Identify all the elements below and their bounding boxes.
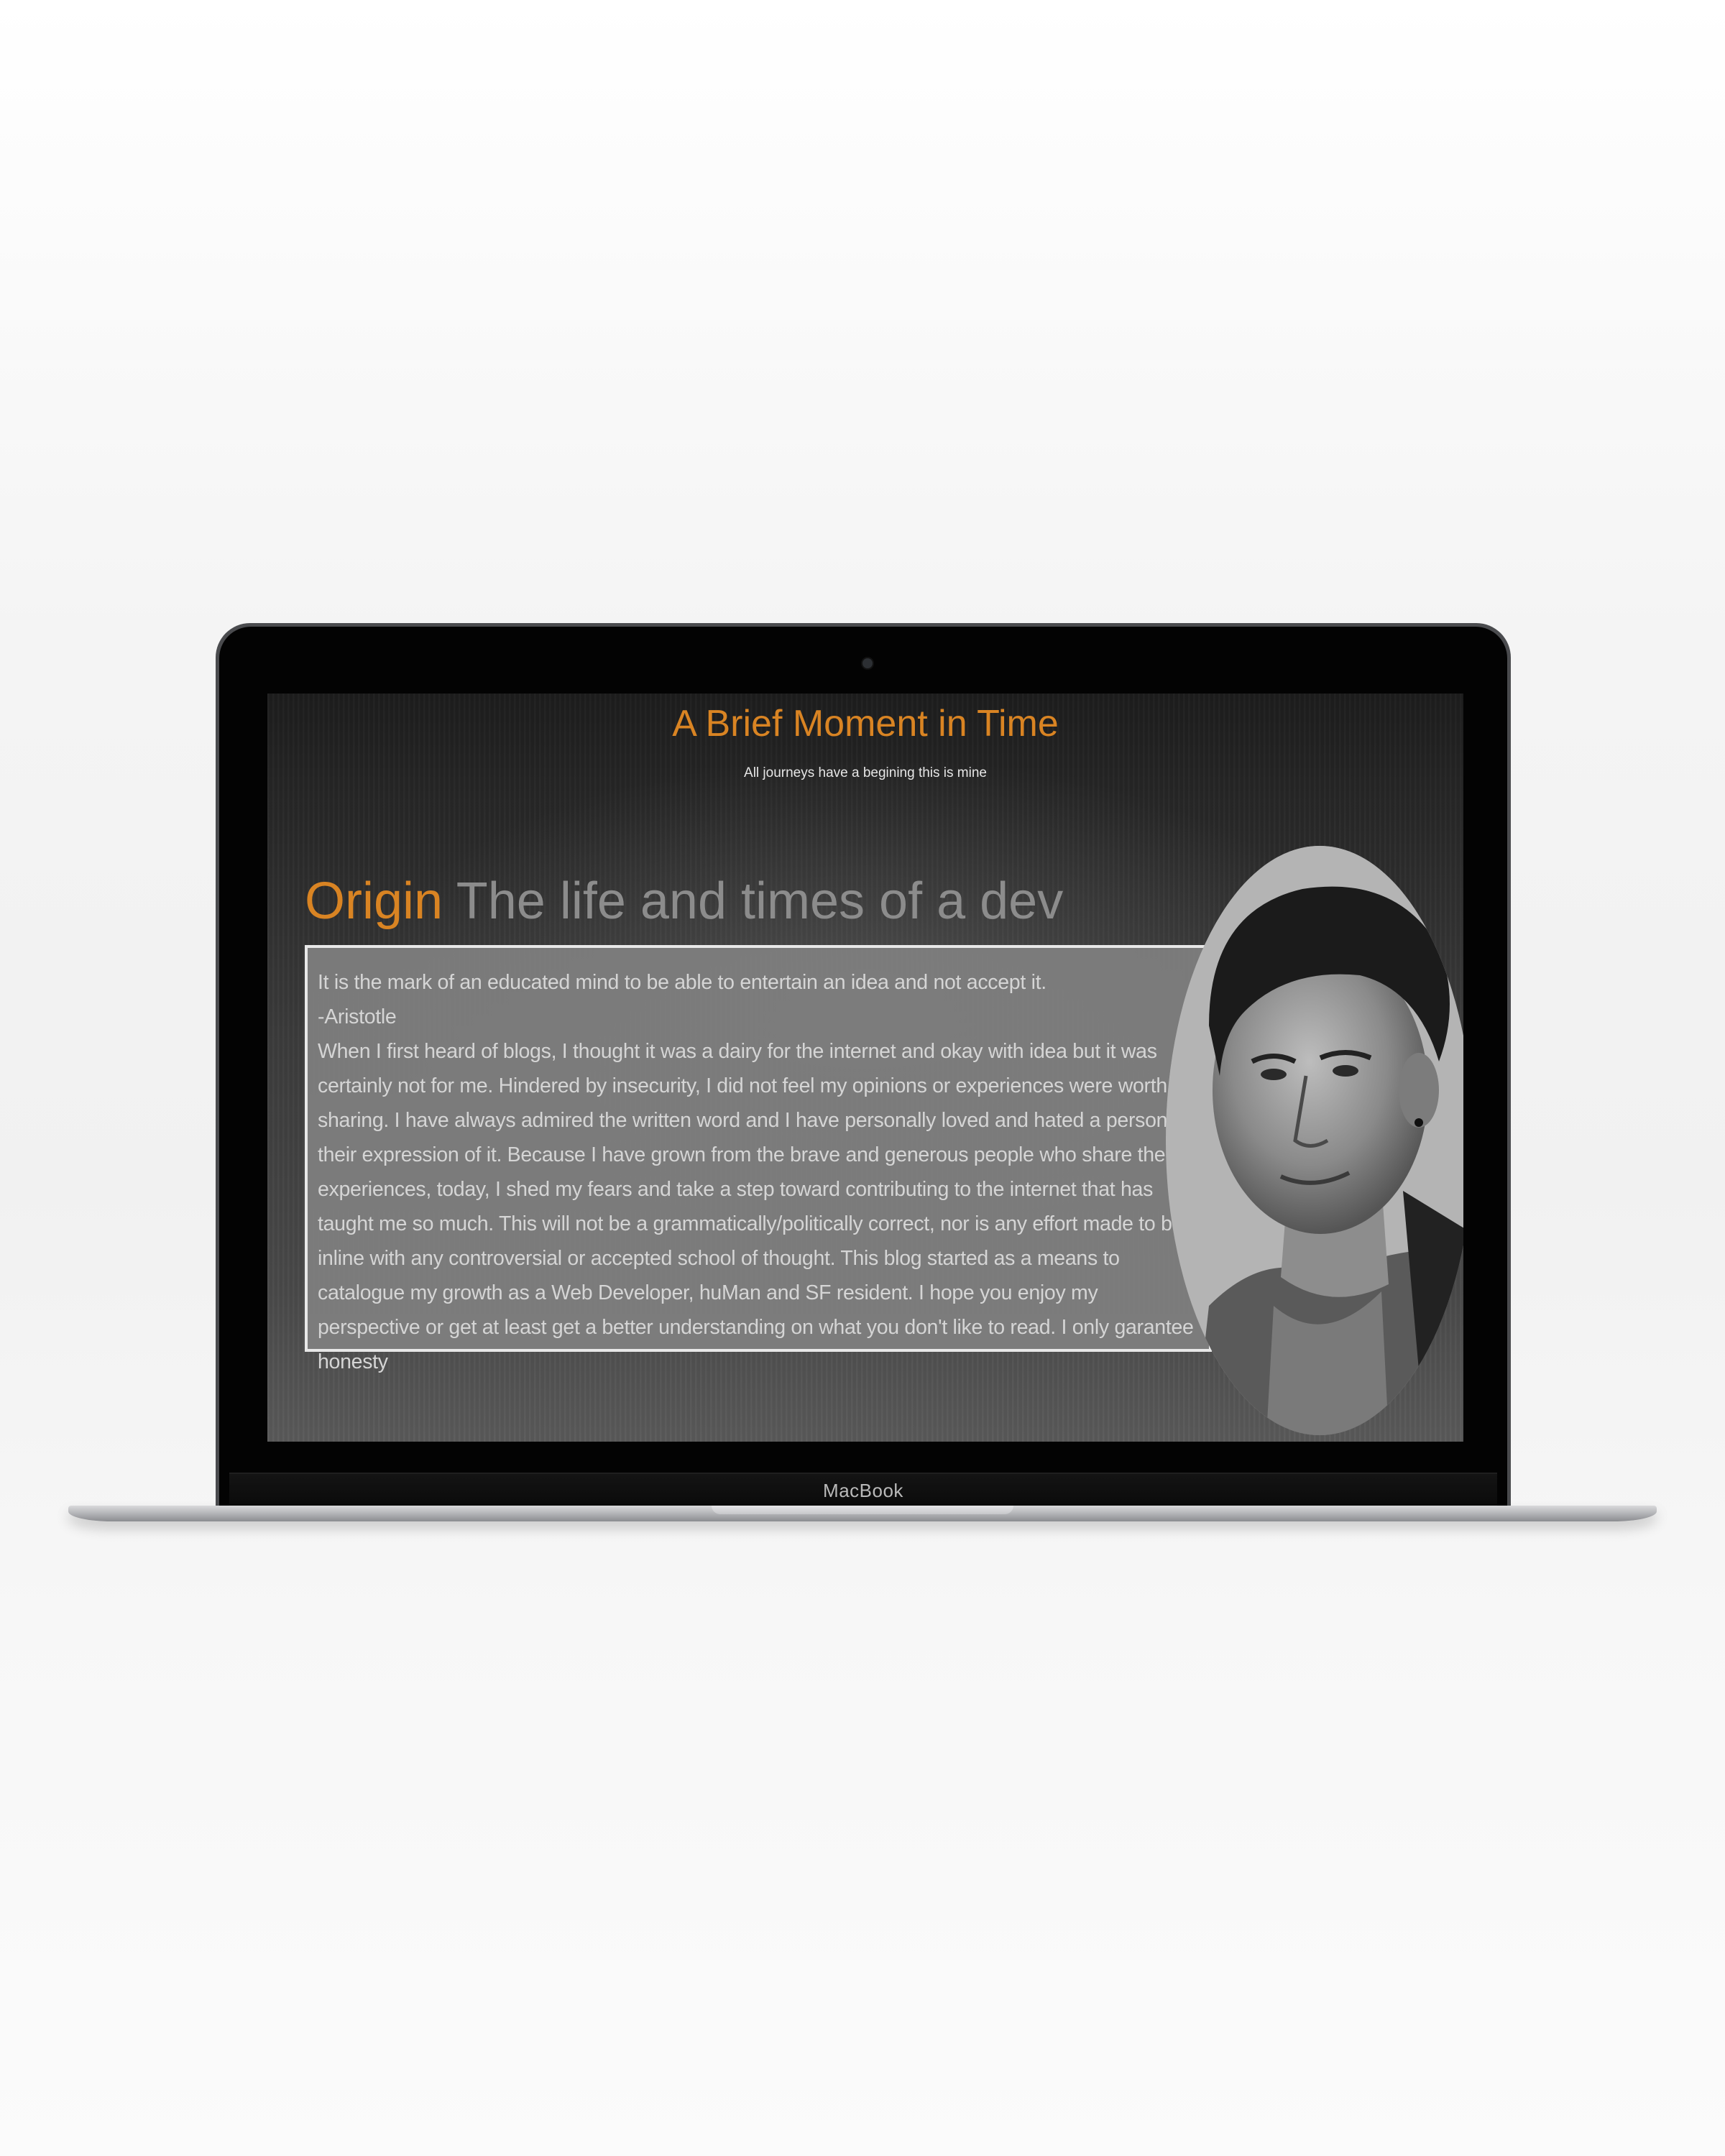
site-title: A Brief Moment in Time bbox=[672, 703, 1059, 745]
hinge-notch bbox=[712, 1506, 1013, 1514]
author-portrait bbox=[1166, 846, 1463, 1435]
screen-chin: MacBook bbox=[229, 1473, 1497, 1506]
post-quote-author: -Aristotle bbox=[318, 1005, 397, 1028]
site-tagline: All journeys have a begining this is min… bbox=[744, 765, 987, 780]
post-heading-subtitle: The life and times of a dev bbox=[443, 872, 1064, 930]
portrait-photo-icon bbox=[1166, 846, 1463, 1435]
post-heading-accent: Origin bbox=[305, 872, 443, 930]
post-quote: It is the mark of an educated mind to be… bbox=[318, 971, 1046, 994]
post-body: When I first heard of blogs, I thought i… bbox=[318, 1040, 1197, 1373]
post-heading: Origin The life and times of a dev bbox=[305, 872, 1063, 931]
laptop-lid: A Brief Moment in Time All journeys have… bbox=[216, 623, 1511, 1506]
camera-icon bbox=[862, 658, 873, 668]
screen-bezel: A Brief Moment in Time All journeys have… bbox=[219, 627, 1507, 1506]
browser-viewport[interactable]: A Brief Moment in Time All journeys have… bbox=[267, 694, 1463, 1442]
post-content: It is the mark of an educated mind to be… bbox=[305, 945, 1212, 1373]
laptop-base bbox=[68, 1506, 1657, 1521]
device-brand-label: MacBook bbox=[823, 1480, 903, 1501]
